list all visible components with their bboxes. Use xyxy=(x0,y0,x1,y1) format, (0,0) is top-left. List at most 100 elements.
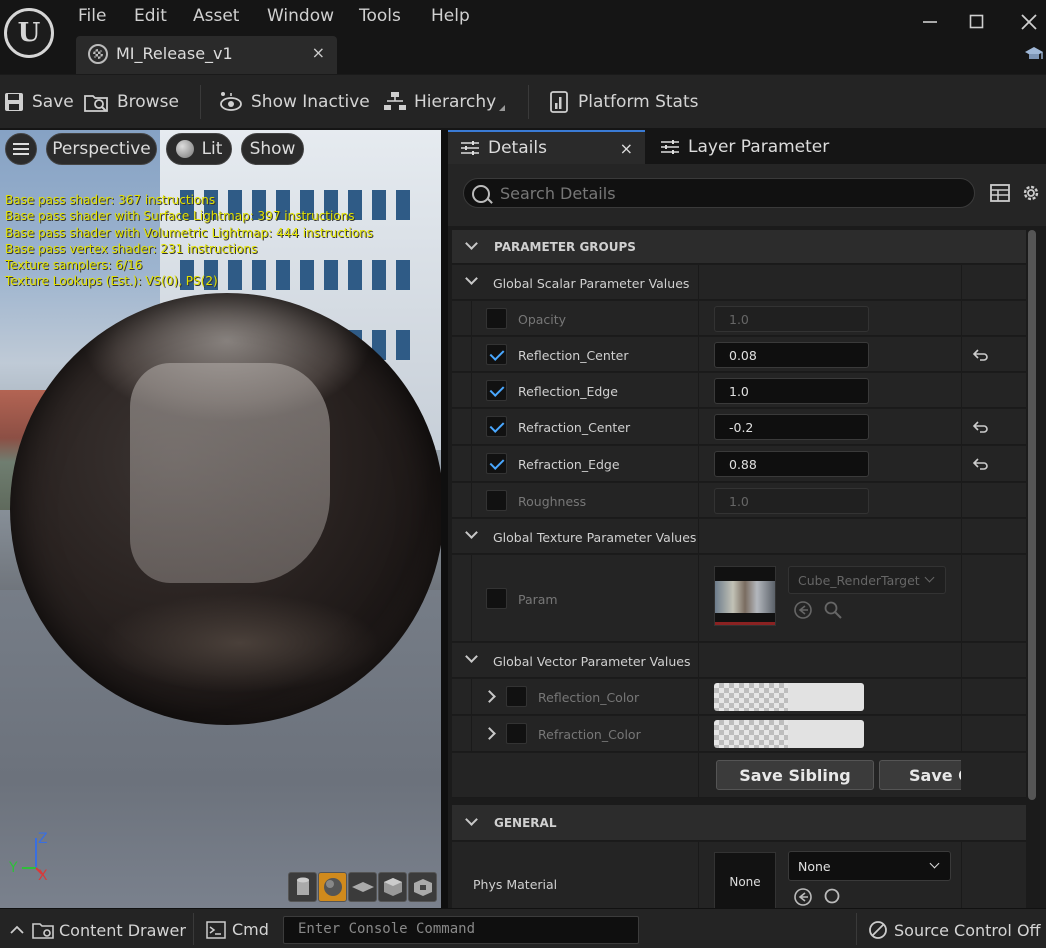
search-placeholder: Search Details xyxy=(500,184,616,203)
browse-button[interactable]: Browse xyxy=(84,91,179,113)
vector-row-reflection-color: Reflection_Color xyxy=(452,679,1026,715)
menu-file[interactable]: File xyxy=(78,6,106,26)
use-selected-asset-icon[interactable] xyxy=(794,601,812,619)
hierarchy-button[interactable]: Hierarchy xyxy=(383,91,506,113)
group-scalar[interactable]: Global Scalar Parameter Values xyxy=(452,265,1026,300)
cylinder-preview-button[interactable] xyxy=(288,872,317,902)
custom-mesh-preview-button[interactable] xyxy=(408,872,437,902)
settings-gear-icon[interactable] xyxy=(1020,182,1042,204)
save-sibling-button[interactable]: Save Sibling xyxy=(716,760,874,790)
perspective-button[interactable]: Perspective xyxy=(46,133,157,165)
reset-to-default-icon[interactable] xyxy=(972,458,988,470)
chevron-down-icon[interactable] xyxy=(465,650,478,663)
close-details-tab-icon[interactable]: × xyxy=(620,139,633,158)
plane-icon xyxy=(351,882,374,892)
platform-stats-button[interactable]: Platform Stats xyxy=(549,91,699,113)
param-value-field[interactable]: -0.2 xyxy=(714,414,869,440)
menu-edit[interactable]: Edit xyxy=(134,6,167,26)
phys-material-thumbnail[interactable]: None xyxy=(714,852,776,912)
chevron-down-icon[interactable] xyxy=(465,237,478,250)
category-label: GENERAL xyxy=(494,816,557,830)
param-value-field[interactable]: 1.0 xyxy=(714,306,869,332)
chevron-right-icon[interactable] xyxy=(483,690,496,703)
plane-preview-button[interactable] xyxy=(348,872,377,902)
group-label: Global Vector Parameter Values xyxy=(493,654,691,669)
close-tab-icon[interactable]: × xyxy=(312,43,325,62)
document-tab-label: MI_Release_v1 xyxy=(116,44,233,63)
cube-preview-button[interactable] xyxy=(378,872,407,902)
chevron-down-icon[interactable] xyxy=(465,813,478,826)
param-enable-checkbox[interactable] xyxy=(506,723,527,744)
menu-window[interactable]: Window xyxy=(267,6,334,26)
document-tab[interactable]: MI_Release_v1 × xyxy=(76,36,337,74)
sphere-preview-button[interactable] xyxy=(318,872,347,902)
table-view-icon[interactable] xyxy=(990,184,1010,202)
save-button[interactable]: Save xyxy=(3,91,74,113)
texture-thumbnail[interactable] xyxy=(714,566,776,626)
source-control-button[interactable]: Source Control Off xyxy=(868,920,1041,940)
show-button[interactable]: Show xyxy=(241,133,304,165)
browse-asset-search-icon[interactable] xyxy=(824,888,842,906)
chevron-up-icon[interactable] xyxy=(10,925,24,935)
lit-label: Lit xyxy=(201,139,223,159)
menu-help[interactable]: Help xyxy=(431,6,470,26)
graduation-cap-icon[interactable] xyxy=(1024,44,1044,64)
param-enable-checkbox[interactable] xyxy=(486,380,507,401)
param-value-field[interactable]: 1.0 xyxy=(714,378,869,404)
tab-layer-parameter[interactable]: Layer Parameter xyxy=(658,130,858,164)
details-scrollbar[interactable] xyxy=(1028,230,1036,800)
unreal-logo[interactable]: U xyxy=(4,8,54,58)
param-enable-checkbox[interactable] xyxy=(486,453,507,474)
param-enable-checkbox[interactable] xyxy=(486,308,507,329)
color-swatch[interactable] xyxy=(714,720,864,748)
param-value-field[interactable]: 1.0 xyxy=(714,488,869,514)
chevron-down-icon[interactable] xyxy=(465,272,478,285)
maximize-icon[interactable] xyxy=(969,14,985,30)
param-enable-checkbox[interactable] xyxy=(486,344,507,365)
minimize-icon[interactable] xyxy=(922,14,938,30)
category-general[interactable]: GENERAL xyxy=(452,805,1026,841)
content-drawer-button[interactable]: Content Drawer xyxy=(32,920,186,940)
search-details-input[interactable]: Search Details xyxy=(463,178,975,208)
param-enable-checkbox[interactable] xyxy=(486,416,507,437)
cmd-button[interactable]: Cmd xyxy=(206,920,269,939)
chevron-down-icon[interactable] xyxy=(465,526,478,539)
panel-tabs: Details × Layer Parameter xyxy=(448,130,1046,164)
param-name: Reflection_Edge xyxy=(518,384,618,399)
reset-to-default-icon[interactable] xyxy=(972,349,988,361)
param-enable-checkbox[interactable] xyxy=(486,588,507,609)
preview-viewport[interactable]: Perspective Lit Show Base pass shader: 3… xyxy=(0,130,441,908)
param-enable-checkbox[interactable] xyxy=(486,490,507,511)
close-window-icon[interactable] xyxy=(1020,13,1038,31)
param-enable-checkbox[interactable] xyxy=(506,686,527,707)
lit-sphere-icon xyxy=(175,140,194,158)
menu-tools[interactable]: Tools xyxy=(359,6,401,26)
save-child-button[interactable]: Save C xyxy=(879,760,961,790)
color-swatch[interactable] xyxy=(714,683,864,711)
viewport-menu-button[interactable] xyxy=(5,133,37,165)
phys-material-dropdown[interactable]: None xyxy=(788,851,951,881)
panel-splitter[interactable] xyxy=(441,130,448,908)
param-value-field[interactable]: 0.08 xyxy=(714,342,869,368)
reset-to-default-icon[interactable] xyxy=(972,421,988,433)
group-vector[interactable]: Global Vector Parameter Values xyxy=(452,643,1026,678)
use-selected-asset-icon[interactable] xyxy=(794,888,812,906)
category-parameter-groups[interactable]: PARAMETER GROUPS xyxy=(452,230,1026,264)
platform-stats-icon xyxy=(550,91,568,113)
toolbar-separator xyxy=(528,85,529,119)
console-command-input[interactable]: Enter Console Command xyxy=(283,916,639,944)
stat-line: Base pass vertex shader: 231 instruction… xyxy=(5,241,258,256)
browse-asset-search-icon[interactable] xyxy=(824,601,842,619)
group-label: Global Scalar Parameter Values xyxy=(493,276,690,291)
show-inactive-button[interactable]: Show Inactive xyxy=(218,91,370,113)
menu-asset[interactable]: Asset xyxy=(193,6,239,26)
tab-details[interactable]: Details × xyxy=(448,130,645,164)
param-value-field[interactable]: 0.88 xyxy=(714,451,869,477)
toolbar-separator xyxy=(200,85,201,119)
texture-asset-dropdown[interactable]: Cube_RenderTarget xyxy=(788,566,946,594)
lit-button[interactable]: Lit xyxy=(166,133,232,165)
chevron-right-icon[interactable] xyxy=(483,727,496,740)
group-texture[interactable]: Global Texture Parameter Values xyxy=(452,519,1026,554)
phys-material-label: Phys Material xyxy=(473,877,558,892)
stat-line: Base pass shader with Volumetric Lightma… xyxy=(5,225,374,240)
